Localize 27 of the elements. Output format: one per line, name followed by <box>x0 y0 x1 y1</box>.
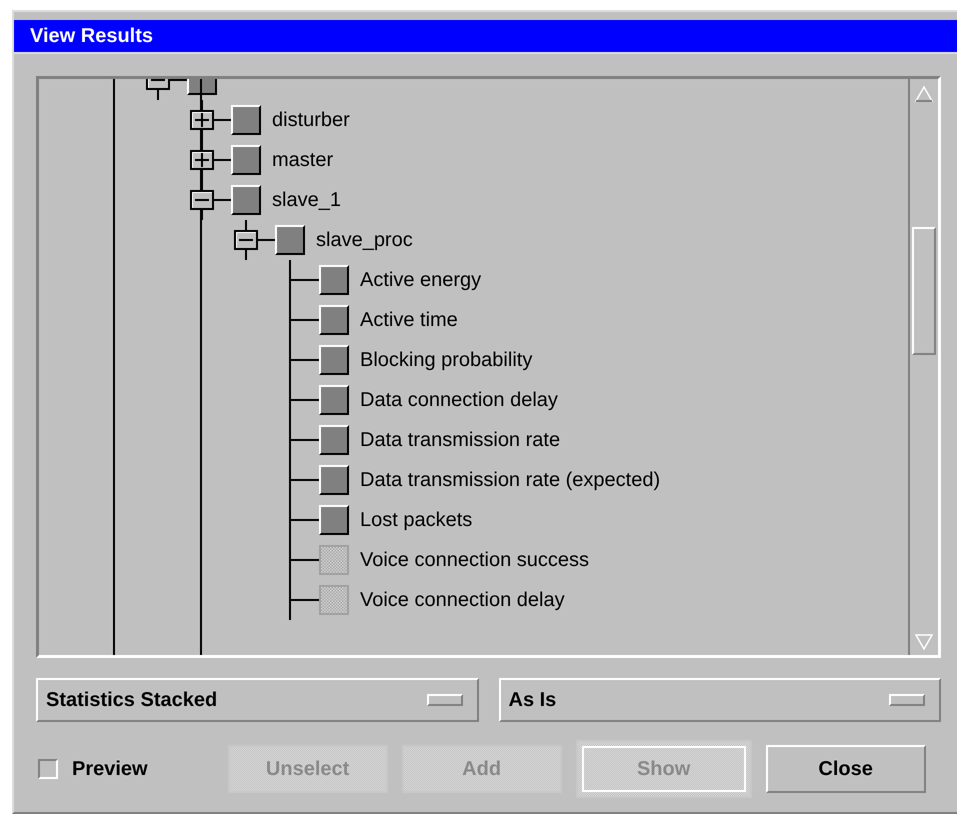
scrollbar-thumb[interactable] <box>912 227 936 355</box>
scroll-up-icon[interactable] <box>914 85 934 103</box>
tree-item[interactable]: Voice connection delay <box>360 588 565 612</box>
tree-item[interactable]: Active time <box>360 308 458 332</box>
tree-item[interactable]: disturber <box>272 108 350 132</box>
collapse-icon[interactable] <box>190 190 214 210</box>
tree-item[interactable]: Data transmission rate (expected) <box>360 468 660 492</box>
tree-item[interactable]: slave_1 <box>272 188 341 212</box>
tree-item[interactable]: slave_proc <box>316 228 413 252</box>
preview-checkbox[interactable]: Preview <box>36 758 148 780</box>
collapse-icon[interactable] <box>234 230 258 250</box>
tree-item[interactable]: Blocking probability <box>360 348 532 372</box>
dropdown[interactable]: Statistics Stacked <box>36 678 478 722</box>
expand-icon[interactable] <box>190 110 214 130</box>
tree-item[interactable]: Active energy <box>360 268 482 292</box>
tree-item[interactable]: Data transmission rate <box>360 428 560 452</box>
dropdown[interactable]: As Is <box>498 678 941 722</box>
tree-item[interactable]: master <box>272 148 334 172</box>
scrollbar[interactable] <box>908 79 938 655</box>
tree-item[interactable]: Lost packets <box>360 508 472 532</box>
node-icon[interactable] <box>319 545 349 575</box>
node-icon[interactable] <box>319 585 349 615</box>
expand-icon[interactable] <box>190 150 214 170</box>
tree-item[interactable]: Data connection delay <box>360 388 558 412</box>
tree-item[interactable]: Voice connection success <box>360 548 590 572</box>
action-button[interactable]: Close <box>766 745 926 793</box>
window-title: View Results <box>14 20 957 54</box>
